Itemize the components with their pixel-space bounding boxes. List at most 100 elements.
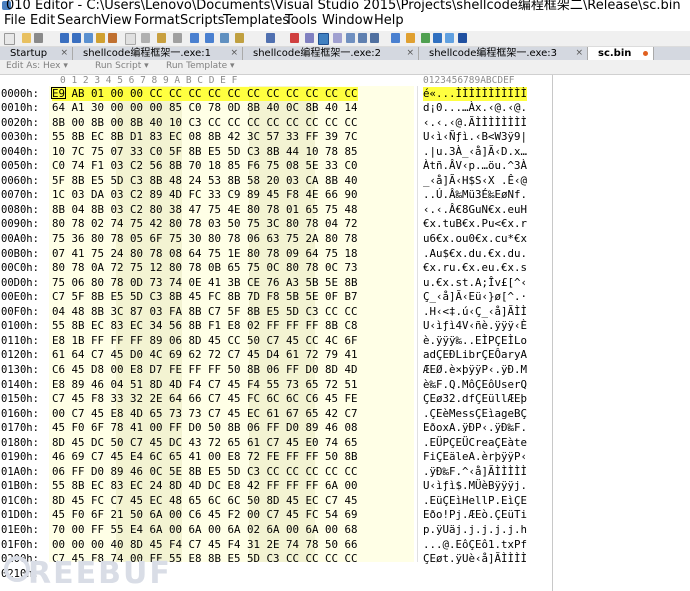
save-as-icon[interactable] — [72, 33, 81, 43]
ascii-row[interactable]: .EÜPÇEÜCreaÇEàte — [423, 436, 527, 450]
ascii-row[interactable]: _‹å]Ã‹H$S‹X .Ê‹@ — [423, 174, 527, 188]
undo-icon[interactable] — [173, 33, 182, 43]
tab-exe-1[interactable]: shellcode编程框架一.exe:1 × — [73, 47, 243, 60]
hex-row[interactable]: 8D 45 DC 50 C7 45 DC 43 72 65 61 C7 45 E… — [52, 436, 358, 450]
goto-icon[interactable] — [235, 33, 244, 43]
tab-exe-2[interactable]: shellcode编程框架一.exe:2 × — [243, 47, 419, 60]
hex-row[interactable]: C6 45 D8 00 E8 D7 FE FF FF 50 8B 06 FF D… — [52, 363, 358, 377]
ascii-row[interactable]: €x.tuB€x.Pu<€x.r — [423, 217, 527, 231]
menu-window[interactable]: Window — [322, 13, 373, 28]
menu-edit[interactable]: Edit — [30, 13, 55, 28]
ascii-row[interactable]: .EüÇEìHellP.EìÇE — [423, 494, 527, 508]
tab-startup[interactable]: Startup × — [0, 47, 73, 60]
ascii-row[interactable]: ‹.‹.Â€8GuN€x.euH — [423, 203, 527, 217]
hex-row[interactable]: 1C 03 DA 03 C2 89 4D FC 33 C9 89 45 F8 4… — [52, 188, 358, 202]
copy-icon[interactable] — [141, 33, 150, 43]
hex-row[interactable]: 00 00 00 40 8D 45 F4 C7 45 F4 31 2E 74 7… — [52, 538, 358, 552]
ascii-row[interactable]: ÇEø32.dfÇEüllÆEþ — [423, 392, 527, 406]
close-file-icon[interactable] — [96, 33, 105, 43]
hex-row[interactable]: C0 74 F1 03 C2 56 8B 70 18 85 F6 75 08 5… — [52, 159, 358, 173]
edit-as-dropdown[interactable]: Edit As: Hex ▾ — [6, 61, 68, 71]
bookmark-icon[interactable] — [290, 33, 299, 43]
template-icon[interactable] — [406, 33, 415, 43]
hex-row[interactable]: 8B 04 8B 03 C2 80 38 47 75 4E 80 78 01 6… — [52, 203, 358, 217]
paste-icon[interactable] — [157, 33, 166, 43]
hex-row[interactable]: 46 69 C7 45 E4 6C 65 41 00 E8 72 FE FF F… — [52, 450, 358, 464]
ascii-row[interactable]: .|u.3À_‹å]Ã‹D.x… — [423, 145, 527, 159]
new-file-icon[interactable] — [4, 33, 15, 45]
hex-row[interactable]: 07 41 75 24 80 78 08 64 75 1E 80 78 09 6… — [52, 247, 358, 261]
tab-sc-bin[interactable]: sc.bin — [588, 47, 654, 60]
menu-view[interactable]: View — [101, 13, 132, 28]
dropdown-arrow-icon[interactable] — [34, 33, 43, 43]
ascii-row[interactable]: ...@.EôÇEô1.txPf — [423, 538, 527, 552]
word-wrap-icon[interactable] — [346, 33, 355, 43]
find-icon[interactable] — [190, 33, 199, 43]
text-mode-icon[interactable] — [333, 33, 342, 43]
ascii-row[interactable]: ÆEØ.è×þÿÿP‹.ÿÐ.M — [423, 363, 527, 377]
run-script-dropdown[interactable]: Run Script ▾ — [95, 61, 149, 71]
ascii-row[interactable]: .ÿÐ‰F.^‹å]ÃÌÌÌÌÌ — [423, 465, 527, 479]
columns-icon[interactable] — [358, 33, 367, 43]
run-template-dropdown[interactable]: Run Template ▾ — [166, 61, 235, 71]
close-icon[interactable]: × — [575, 47, 583, 60]
ascii-row[interactable]: ÇEøt.ÿUè‹å]ÃÌÌÌÌ — [423, 552, 527, 566]
hex-row[interactable]: 5F 8B E5 5D C3 8B 48 24 53 8B 58 20 03 C… — [52, 174, 358, 188]
hex-mode-icon[interactable] — [318, 33, 329, 45]
script-icon[interactable] — [391, 33, 400, 43]
hex-row[interactable]: 04 48 8B 3C 87 03 FA 8B C7 5F 8B E5 5D C… — [52, 305, 358, 319]
open-folder-icon[interactable] — [22, 33, 31, 43]
hex-row[interactable]: 75 36 80 78 05 6F 75 30 80 78 06 63 75 2… — [52, 232, 358, 246]
ascii-row[interactable]: u6€x.ou0€x.cu*€x — [423, 232, 527, 246]
ascii-row[interactable]: è.ÿÿÿ‰..EÌPÇEÌLo — [423, 334, 527, 348]
menu-search[interactable]: Search — [57, 13, 102, 28]
save-all-icon[interactable] — [84, 33, 93, 43]
compare-icon[interactable] — [266, 33, 275, 43]
ascii-row[interactable]: .Au$€x.du.€x.du. — [423, 247, 527, 261]
hex-row[interactable]: C7 45 F8 33 32 2E 64 66 C7 45 FC 6C 6C C… — [52, 392, 358, 406]
view-options-icon[interactable] — [370, 33, 379, 43]
close-icon[interactable]: × — [230, 47, 238, 60]
ascii-row[interactable]: é«...ÌÌÌÌÌÌÌÌÌÌÌ — [423, 86, 528, 101]
ascii-row[interactable]: Ç_‹å]Ã‹Eü‹}ø[^.· — [423, 290, 527, 304]
ascii-row[interactable]: €x.ru.€x.eu.€x.s — [423, 261, 527, 275]
hex-row[interactable]: 80 78 02 74 75 42 80 78 03 50 75 3C 80 7… — [52, 217, 358, 231]
hex-row[interactable]: 75 06 80 78 0D 73 74 0E 41 3B CE 76 A3 5… — [52, 276, 358, 290]
ascii-row[interactable]: .H‹<‡.ú‹Ç_‹å]ÃÌÌ — [423, 305, 527, 319]
ascii-row[interactable]: d¡0...…Àx.‹@.‹@. — [423, 101, 527, 115]
close-icon[interactable]: × — [60, 47, 68, 60]
hex-row[interactable]: E8 1B FF FF FF 89 06 8D 45 CC 50 C7 45 C… — [52, 334, 358, 348]
menu-format[interactable]: Format — [134, 13, 180, 28]
tab-exe-3[interactable]: shellcode编程框架一.exe:3 × — [419, 47, 588, 60]
ascii-row[interactable]: adÇEÐLibrÇEÔaryA — [423, 348, 527, 362]
hex-row[interactable]: 06 FF D0 89 46 0C 5E 8B E5 5D C3 CC CC C… — [52, 465, 358, 479]
menu-tools[interactable]: Tools — [285, 13, 317, 28]
hex-row[interactable]: 8D 45 FC C7 45 EC 48 65 6C 6C 50 8D 45 E… — [52, 494, 358, 508]
hex-row[interactable]: 55 8B EC 8B D1 83 EC 08 8B 42 3C 57 33 F… — [52, 130, 358, 144]
hex-row[interactable]: 80 78 0A 72 75 12 80 78 0B 65 75 0C 80 7… — [52, 261, 358, 275]
print-icon[interactable] — [108, 33, 117, 43]
menu-help[interactable]: Help — [374, 13, 404, 28]
hex-row[interactable]: 00 C7 45 E8 4D 65 73 73 C7 45 EC 61 67 6… — [52, 407, 358, 421]
ascii-row[interactable]: p.ÿUäj.j.j.j.j.h — [423, 523, 527, 537]
run-icon[interactable] — [421, 33, 430, 43]
hex-ops-icon[interactable] — [305, 33, 314, 43]
close-icon[interactable]: × — [406, 47, 414, 60]
calculator-icon[interactable] — [445, 33, 454, 43]
hex-row[interactable]: 64 A1 30 00 00 00 85 C0 78 0D 8B 40 0C 8… — [52, 101, 358, 115]
ascii-row[interactable]: FiÇEäleA.èrþÿÿP‹ — [423, 450, 527, 464]
hex-row[interactable]: 61 64 C7 45 D0 4C 69 62 72 C7 45 D4 61 7… — [52, 348, 358, 362]
hex-row[interactable]: E9 AB 01 00 00 CC CC CC CC CC CC CC CC C… — [52, 86, 358, 101]
hex-row[interactable]: 70 00 FF 55 E4 6A 00 6A 00 6A 02 6A 00 6… — [52, 523, 358, 537]
ascii-row[interactable]: ..Ú.Â‰Mü3É‰EøNf. — [423, 188, 527, 202]
ascii-row[interactable]: è‰F.Q.MôÇEôUserQ — [423, 378, 527, 392]
hex-row[interactable]: E8 89 46 04 51 8D 4D F4 C7 45 F4 55 73 6… — [52, 378, 358, 392]
hex-row[interactable]: 45 F0 6F 21 50 6A 00 C6 45 F2 00 C7 45 F… — [52, 508, 358, 522]
hex-row[interactable]: 8B 00 8B 00 8B 40 10 C3 CC CC CC CC CC C… — [52, 116, 358, 130]
hex-row[interactable]: C7 5F 8B E5 5D C3 8B 45 FC 8B 7D F8 5B 5… — [52, 290, 358, 304]
ascii-row[interactable]: U‹ìƒì$.MÜèBÿÿÿj. — [423, 479, 527, 493]
hex-row[interactable]: 55 8B EC 83 EC 34 56 8B F1 E8 02 FF FF F… — [52, 319, 358, 333]
settings-icon[interactable] — [458, 33, 467, 43]
ascii-row[interactable]: U‹ìƒì4V‹ñè.ÿÿÿ‹È — [423, 319, 527, 333]
hex-row[interactable]: 10 7C 75 07 33 C0 5F 8B E5 5D C3 8B 44 1… — [52, 145, 358, 159]
